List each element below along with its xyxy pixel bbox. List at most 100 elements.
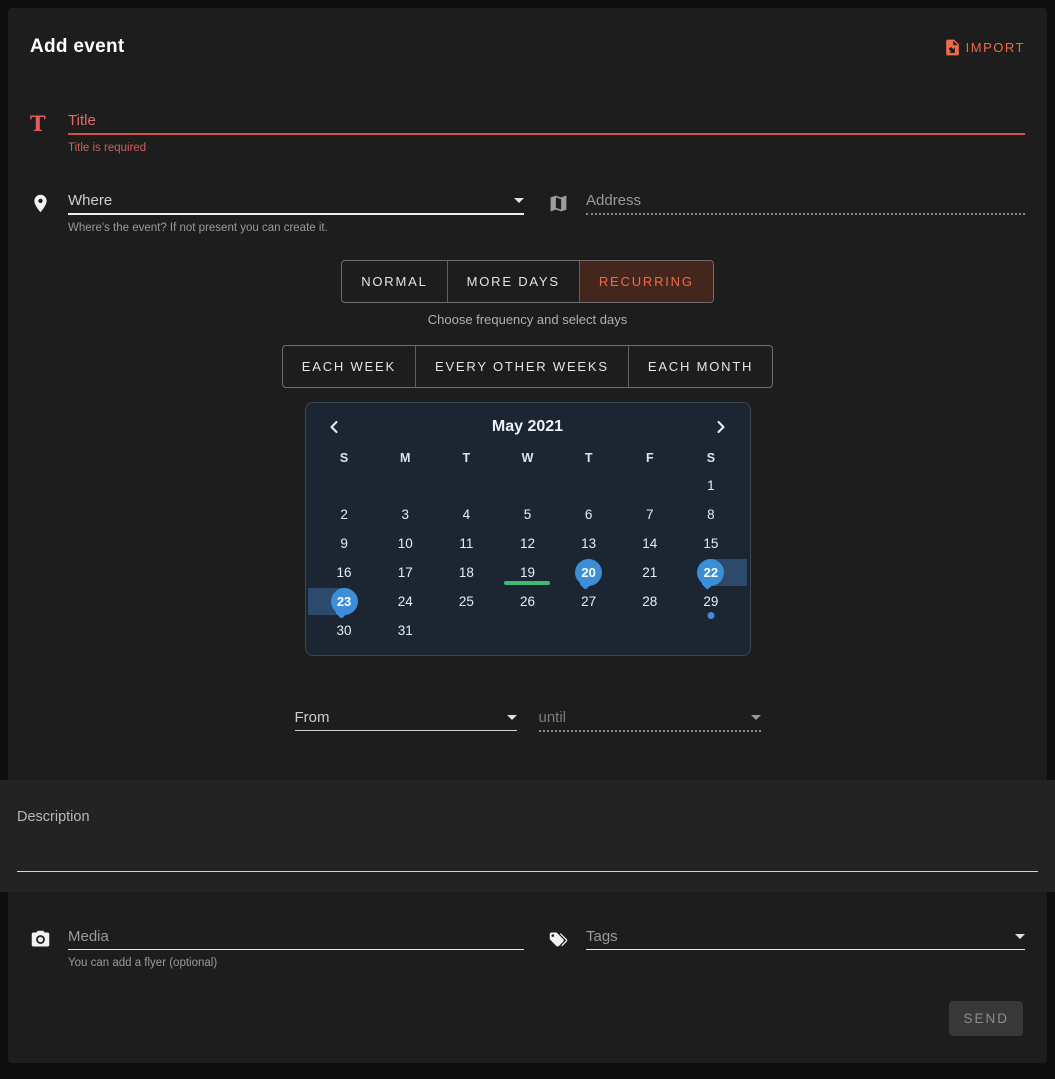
calendar-next-button[interactable] — [709, 415, 733, 439]
calendar-day[interactable]: 1 — [680, 471, 741, 500]
calendar-day[interactable]: 3 — [375, 500, 436, 529]
calendar-day[interactable]: 28 — [619, 587, 680, 616]
title-error: Title is required — [68, 142, 1025, 154]
calendar-day[interactable]: 6 — [558, 500, 619, 529]
calendar-day[interactable]: 10 — [375, 529, 436, 558]
file-import-icon — [943, 38, 962, 57]
calendar-day[interactable]: 9 — [314, 529, 375, 558]
calendar-weekday: W — [497, 445, 558, 471]
calendar-weekday: S — [314, 445, 375, 471]
calendar-day-empty — [497, 616, 558, 645]
calendar-day-empty — [436, 471, 497, 500]
calendar-day[interactable]: 27 — [558, 587, 619, 616]
calendar-day-empty — [680, 616, 741, 645]
tab-normal[interactable]: NORMAL — [342, 261, 446, 302]
tab-each-week[interactable]: EACH WEEK — [283, 346, 415, 387]
calendar-day[interactable]: 7 — [619, 500, 680, 529]
time-range-row: From until — [24, 709, 1031, 732]
calendar-day[interactable]: 20 — [558, 558, 619, 587]
chevron-right-icon — [711, 417, 731, 437]
chevron-down-icon — [1015, 934, 1025, 939]
calendar-day-empty — [558, 471, 619, 500]
calendar-day[interactable]: 13 — [558, 529, 619, 558]
title-input[interactable] — [68, 112, 1025, 129]
send-button[interactable]: SEND — [949, 1001, 1023, 1036]
where-select[interactable]: Where — [68, 192, 524, 215]
calendar-day-empty — [619, 471, 680, 500]
event-mode-tabs: NORMAL MORE DAYS RECURRING — [24, 260, 1031, 303]
calendar-day-empty — [497, 471, 558, 500]
import-button[interactable]: IMPORT — [943, 38, 1025, 57]
calendar-day[interactable]: 23 — [314, 587, 375, 616]
calendar-day[interactable]: 19 — [497, 558, 558, 587]
calendar-day[interactable]: 11 — [436, 529, 497, 558]
camera-icon — [30, 928, 54, 955]
calendar-weekday: F — [619, 445, 680, 471]
dialog-header: Add event IMPORT — [24, 32, 1031, 58]
calendar-day[interactable]: 4 — [436, 500, 497, 529]
where-label: Where — [68, 192, 112, 209]
calendar-grid: 1234567891011121314151617181920212223242… — [314, 471, 742, 645]
location-row: Where Where's the event? If not present … — [30, 192, 1025, 234]
chevron-down-icon — [751, 715, 761, 720]
calendar-day[interactable]: 2 — [314, 500, 375, 529]
calendar-day[interactable]: 5 — [497, 500, 558, 529]
until-select[interactable]: until — [539, 709, 761, 732]
calendar-day[interactable]: 24 — [375, 587, 436, 616]
calendar-day-empty — [314, 471, 375, 500]
description-label: Description — [17, 809, 90, 825]
calendar: May 2021 SMTWTFS 12345678910111213141516… — [305, 402, 751, 656]
calendar-day[interactable]: 22 — [680, 558, 741, 587]
media-input[interactable] — [68, 928, 524, 945]
calendar-day[interactable]: 8 — [680, 500, 741, 529]
calendar-day[interactable]: 30 — [314, 616, 375, 645]
tags-select[interactable]: Tags — [586, 928, 1025, 950]
page-title: Add event — [30, 36, 125, 58]
tags-icon — [548, 928, 572, 955]
map-icon — [548, 192, 572, 219]
calendar-day[interactable]: 29 — [680, 587, 741, 616]
calendar-day[interactable]: 26 — [497, 587, 558, 616]
tab-every-other-weeks[interactable]: EVERY OTHER WEEKS — [415, 346, 628, 387]
tab-recurring[interactable]: RECURRING — [579, 261, 713, 302]
chevron-down-icon — [514, 198, 524, 203]
calendar-day[interactable]: 21 — [619, 558, 680, 587]
tab-more-days[interactable]: MORE DAYS — [447, 261, 579, 302]
title-field-row: T Title is required — [30, 112, 1025, 154]
calendar-day[interactable]: 18 — [436, 558, 497, 587]
calendar-weekday: T — [558, 445, 619, 471]
calendar-prev-button[interactable] — [322, 415, 346, 439]
calendar-day[interactable]: 14 — [619, 529, 680, 558]
tab-each-month[interactable]: EACH MONTH — [628, 346, 772, 387]
frequency-hint: Choose frequency and select days — [24, 312, 1031, 327]
add-event-dialog: Add event IMPORT T Title is required Whe… — [8, 8, 1047, 1063]
calendar-day[interactable]: 17 — [375, 558, 436, 587]
media-hint: You can add a flyer (optional) — [68, 957, 524, 969]
calendar-day[interactable]: 12 — [497, 529, 558, 558]
calendar-day[interactable]: 16 — [314, 558, 375, 587]
calendar-weekday: T — [436, 445, 497, 471]
chevron-down-icon — [507, 715, 517, 720]
tags-label: Tags — [586, 928, 618, 945]
calendar-day-empty — [375, 471, 436, 500]
calendar-day[interactable]: 15 — [680, 529, 741, 558]
calendar-weekday: M — [375, 445, 436, 471]
calendar-day[interactable]: 31 — [375, 616, 436, 645]
calendar-weekday: S — [680, 445, 741, 471]
calendar-month-label: May 2021 — [492, 418, 563, 436]
from-select[interactable]: From — [295, 709, 517, 731]
until-label: until — [539, 709, 567, 726]
map-marker-icon — [30, 192, 54, 219]
address-input[interactable] — [586, 192, 1025, 209]
import-label: IMPORT — [966, 40, 1025, 55]
description-section: Description — [0, 780, 1055, 892]
frequency-tabs: EACH WEEK EVERY OTHER WEEKS EACH MONTH — [24, 345, 1031, 388]
calendar-day-empty — [619, 616, 680, 645]
calendar-weekdays: SMTWTFS — [314, 445, 742, 471]
calendar-day[interactable]: 25 — [436, 587, 497, 616]
calendar-day-empty — [436, 616, 497, 645]
from-label: From — [295, 709, 330, 726]
title-icon: T — [30, 112, 54, 136]
chevron-left-icon — [324, 417, 344, 437]
description-textarea[interactable]: Description — [17, 808, 1038, 872]
